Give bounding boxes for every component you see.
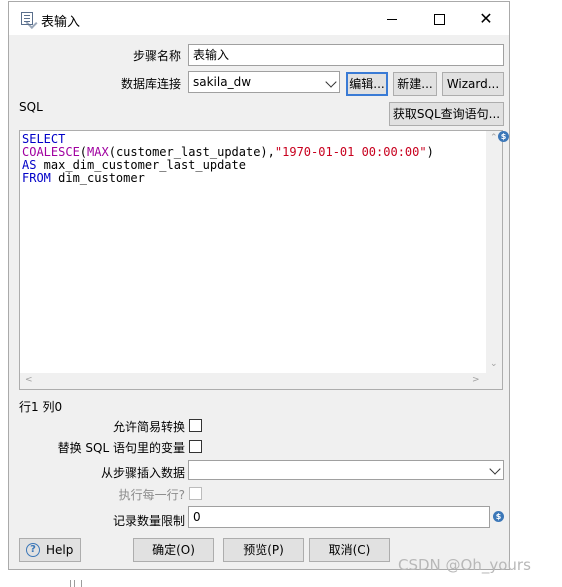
scroll-right-icon[interactable]: > bbox=[472, 375, 480, 385]
chevron-down-icon bbox=[489, 463, 501, 475]
table-input-dialog: 表输入 ✕ 步骤名称 表输入 数据库连接 sakila_dw 编辑... 新建.… bbox=[8, 1, 510, 570]
watermark: CSDN @Oh_yours bbox=[398, 556, 531, 574]
scroll-left-icon[interactable]: < bbox=[25, 375, 33, 385]
connection-value: sakila_dw bbox=[193, 75, 252, 89]
sql-text: max_dim_customer_last_update bbox=[36, 158, 246, 172]
cancel-button[interactable]: 取消(C) bbox=[309, 538, 390, 562]
chevron-down-icon bbox=[325, 76, 337, 88]
table-input-icon bbox=[21, 12, 33, 25]
get-sql-button[interactable]: 获取SQL查询语句... bbox=[389, 102, 504, 126]
wizard-button[interactable]: Wizard... bbox=[442, 72, 504, 96]
sql-code[interactable]: SELECT COALESCE(MAX(customer_last_update… bbox=[22, 133, 434, 185]
minimize-button[interactable] bbox=[369, 2, 415, 35]
sql-text: ) bbox=[426, 145, 434, 159]
help-button[interactable]: ? Help bbox=[19, 538, 81, 562]
background-window-edge bbox=[70, 580, 82, 587]
lazy-conversion-label: 允许简易转换 bbox=[112, 420, 185, 434]
insert-from-step-label: 从步骤插入数据 bbox=[100, 466, 185, 480]
scroll-down-icon[interactable]: ⌄ bbox=[490, 359, 498, 369]
scroll-up-icon[interactable]: ⌃ bbox=[490, 133, 498, 143]
title-bar[interactable]: 表输入 ✕ bbox=[9, 2, 509, 35]
limit-input[interactable]: 0 bbox=[188, 506, 490, 528]
help-label: Help bbox=[46, 543, 74, 557]
limit-label: 记录数量限制 bbox=[112, 514, 185, 528]
sql-text: ( bbox=[79, 145, 88, 159]
cursor-position: 行1 列0 bbox=[19, 400, 63, 414]
execute-each-row-checkbox[interactable] bbox=[189, 487, 202, 500]
sql-keyword: SELECT bbox=[22, 132, 66, 146]
minimize-icon bbox=[387, 19, 397, 20]
edit-connection-button[interactable]: 编辑... bbox=[346, 72, 388, 96]
ok-button[interactable]: 确定(O) bbox=[133, 538, 214, 562]
variable-icon: $ bbox=[493, 511, 504, 522]
sql-function: COALESCE bbox=[22, 145, 80, 159]
sql-text: dim_customer bbox=[50, 171, 145, 185]
step-name-input[interactable]: 表输入 bbox=[188, 44, 504, 66]
variable-icon: $ bbox=[498, 131, 509, 142]
horizontal-scrollbar[interactable]: < > bbox=[20, 373, 486, 389]
connection-label: 数据库连接 bbox=[120, 77, 181, 91]
sql-function: MAX bbox=[87, 145, 109, 159]
help-icon: ? bbox=[26, 543, 40, 557]
sql-text: (customer_last_update), bbox=[108, 145, 275, 159]
sql-editor[interactable]: SELECT COALESCE(MAX(customer_last_update… bbox=[19, 130, 503, 390]
lazy-conversion-checkbox[interactable] bbox=[189, 419, 202, 432]
step-name-label: 步骤名称 bbox=[132, 49, 181, 63]
maximize-button[interactable] bbox=[416, 2, 462, 35]
maximize-icon bbox=[433, 14, 445, 25]
sql-keyword: AS bbox=[22, 158, 37, 172]
insert-from-step-select[interactable] bbox=[188, 460, 504, 480]
window-title: 表输入 bbox=[41, 15, 81, 30]
replace-variables-checkbox[interactable] bbox=[189, 440, 202, 453]
replace-variables-label: 替换 SQL 语句里的变量 bbox=[57, 441, 185, 455]
sql-label: SQL bbox=[19, 100, 43, 114]
sql-keyword: FROM bbox=[22, 171, 51, 185]
execute-each-row-label: 执行每一行? bbox=[118, 488, 185, 502]
new-connection-button[interactable]: 新建... bbox=[393, 72, 437, 96]
background-window-edge-inner bbox=[74, 580, 75, 587]
close-button[interactable]: ✕ bbox=[463, 2, 509, 35]
scrollbar-corner bbox=[486, 373, 502, 389]
close-icon: ✕ bbox=[479, 9, 493, 28]
preview-button[interactable]: 预览(P) bbox=[223, 538, 304, 562]
sql-string: "1970-01-01 00:00:00" bbox=[274, 145, 427, 159]
vertical-scrollbar[interactable]: ⌃ ⌄ bbox=[486, 131, 502, 374]
connection-select[interactable]: sakila_dw bbox=[188, 71, 340, 93]
